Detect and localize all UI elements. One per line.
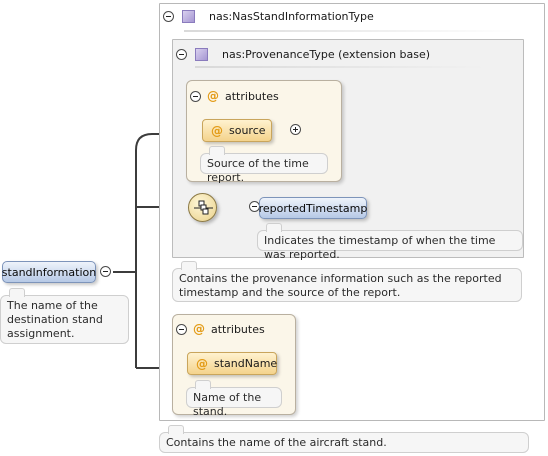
attribute-icon: @ — [207, 89, 219, 103]
attribute-icon: @ — [196, 356, 208, 371]
collapse-icon[interactable] — [176, 323, 187, 335]
type-documentation: Contains the name of the aircraft stand. — [159, 425, 529, 453]
collapse-icon[interactable] — [176, 48, 187, 60]
sequence-compositor-icon[interactable] — [188, 193, 217, 222]
type-name: nas:NasStandInformationType — [209, 9, 374, 23]
attribute-source-documentation: Source of the time report. — [200, 146, 328, 184]
attribute-name: source — [229, 124, 266, 137]
attributes-label: attributes — [225, 89, 279, 103]
complex-type-icon — [195, 47, 208, 61]
attribute-source[interactable]: @ source — [202, 119, 272, 142]
attribute-standname-documentation: Name of the stand. — [186, 380, 282, 418]
base-type-documentation: Contains the provenance information such… — [172, 261, 522, 302]
collapse-icon[interactable] — [100, 266, 111, 277]
attribute-icon: @ — [193, 322, 205, 336]
attribute-name: standName — [214, 357, 278, 370]
attribute-standname[interactable]: @ standName — [187, 352, 277, 375]
root-element-name: standInformation — [1, 265, 97, 279]
expand-icon[interactable] — [289, 124, 301, 135]
root-element-documentation: The name of the destination stand assign… — [0, 288, 129, 344]
base-type-name: nas:ProvenanceType (extension base) — [222, 47, 431, 61]
collapse-icon[interactable] — [190, 90, 201, 102]
complex-type-icon — [182, 9, 195, 23]
element-name: reportedTimestamp — [258, 201, 368, 215]
attribute-icon: @ — [211, 123, 223, 138]
root-element-standinformation[interactable]: standInformation — [2, 261, 96, 283]
attributes-label: attributes — [211, 322, 265, 336]
collapse-icon[interactable] — [163, 10, 174, 22]
element-reportedtimestamp[interactable]: reportedTimestamp — [259, 197, 367, 219]
element-reportedtimestamp-documentation: Indicates the timestamp of when the time… — [257, 223, 523, 261]
